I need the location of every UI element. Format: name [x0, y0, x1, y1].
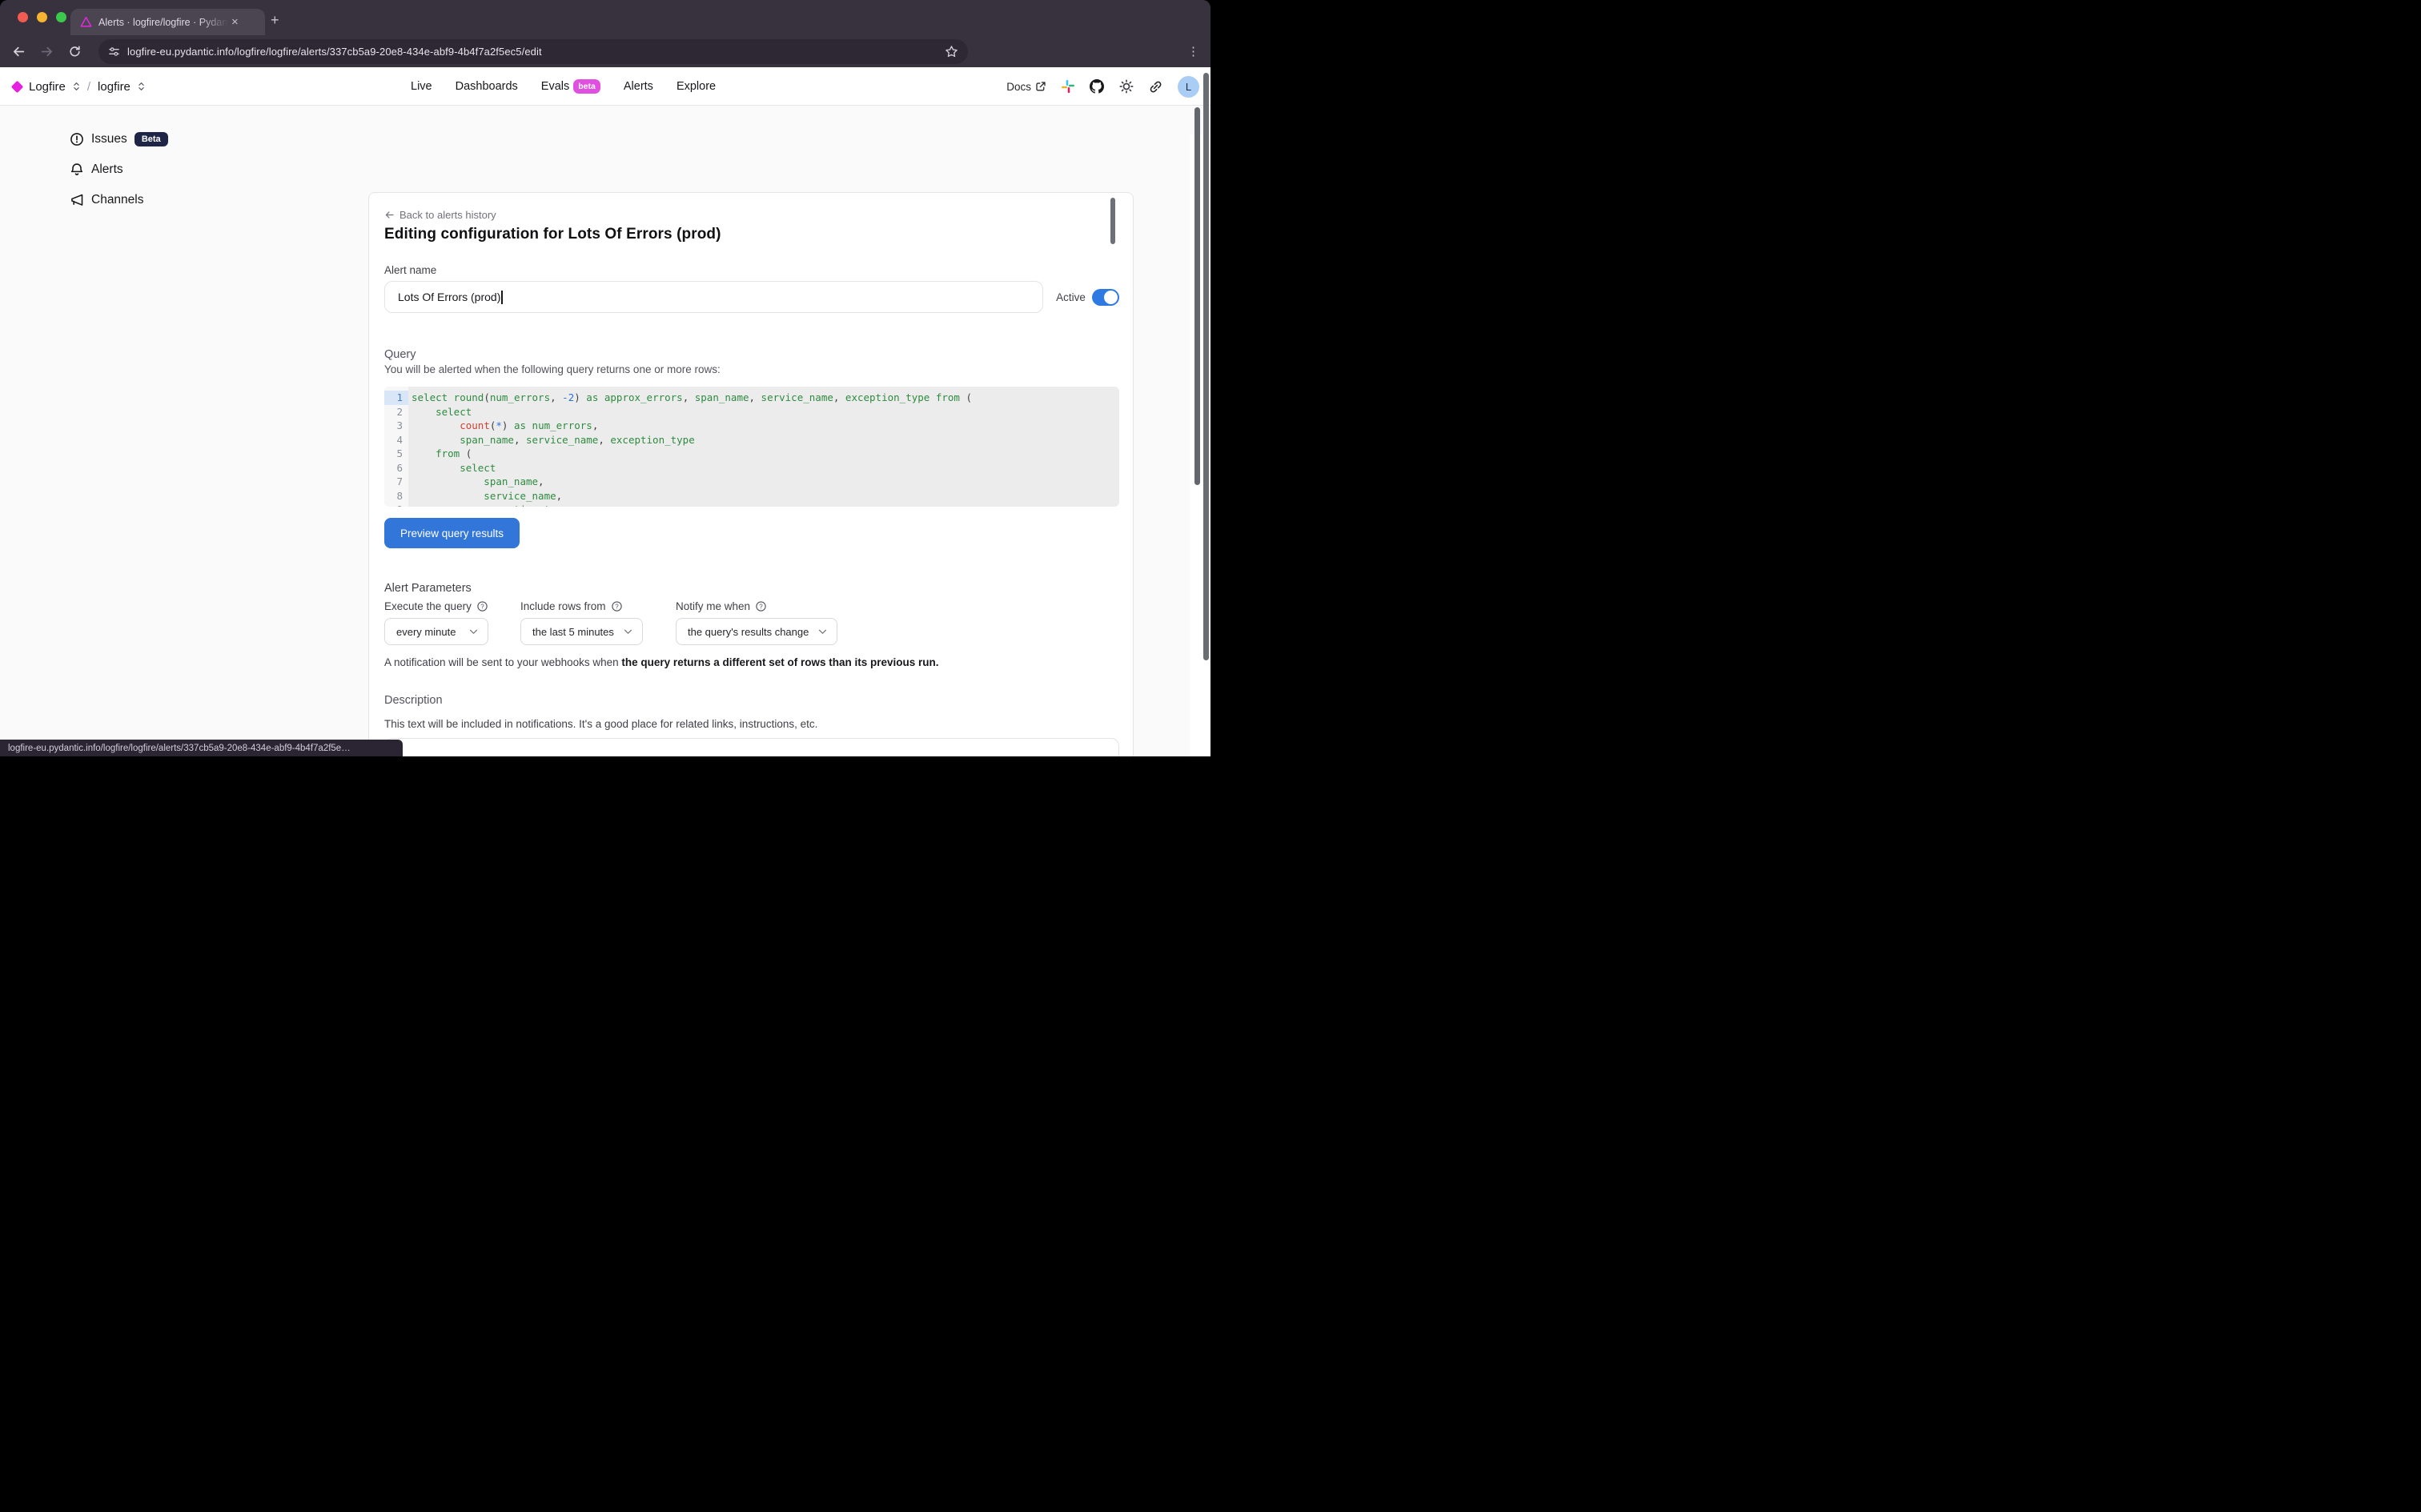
megaphone-icon — [70, 193, 84, 207]
query-subtitle: You will be alerted when the following q… — [384, 363, 721, 375]
alert-edit-card: Back to alerts history Editing configura… — [368, 192, 1134, 756]
help-icon[interactable]: ? — [611, 600, 623, 612]
nav-dashboards[interactable]: Dashboards — [456, 80, 518, 93]
tab-close-icon[interactable]: × — [231, 16, 239, 28]
active-label: Active — [1056, 291, 1086, 303]
issues-beta-badge: Beta — [134, 132, 168, 146]
svg-text:?: ? — [759, 603, 763, 610]
notify-when-select[interactable]: the query's results change — [676, 618, 837, 645]
alert-name-input[interactable]: Lots Of Errors (prod) — [384, 281, 1043, 313]
nav-live[interactable]: Live — [411, 80, 432, 93]
description-textarea[interactable] — [384, 738, 1119, 756]
svg-text:?: ? — [615, 603, 619, 610]
page-title: Editing configuration for Lots Of Errors… — [384, 226, 721, 243]
webhook-note: A notification will be sent to your webh… — [384, 656, 939, 668]
chevron-down-icon — [818, 629, 827, 635]
external-link-icon — [1035, 81, 1046, 92]
description-heading: Description — [384, 694, 443, 707]
breadcrumb-separator: / — [87, 80, 90, 94]
sidebar-item-label: Alerts — [91, 162, 123, 177]
browser-tab[interactable]: Alerts · logfire/logfire · Pydant × — [70, 9, 265, 35]
logfire-logo-icon — [11, 80, 24, 93]
content-scrollbar[interactable] — [1194, 107, 1200, 485]
browser-toolbar: logfire-eu.pydantic.info/logfire/logfire… — [0, 35, 1210, 67]
traffic-lights — [18, 12, 66, 22]
sidebar-item-label: Channels — [91, 193, 144, 207]
url-text[interactable]: logfire-eu.pydantic.info/logfire/logfire… — [127, 46, 945, 58]
close-window-button[interactable] — [18, 12, 28, 22]
app-header: Logfire / logfire Live Dashboards Evalsb… — [0, 67, 1210, 106]
chevron-down-icon — [624, 629, 632, 635]
page-scrollbar[interactable] — [1203, 73, 1209, 660]
docs-link[interactable]: Docs — [1006, 81, 1046, 93]
tab-title: Alerts · logfire/logfire · Pydant — [98, 17, 228, 28]
nav-alerts[interactable]: Alerts — [624, 80, 653, 93]
issues-badge-alert-icon — [70, 132, 84, 146]
alert-parameters-heading: Alert Parameters — [384, 582, 472, 595]
notify-when-label: Notify me when — [676, 600, 750, 612]
browser-tab-bar: Alerts · logfire/logfire · Pydant × + — [0, 0, 1210, 35]
execute-query-label: Execute the query — [384, 600, 472, 612]
svg-text:?: ? — [480, 603, 484, 610]
include-rows-label: Include rows from — [520, 600, 606, 612]
org-selector[interactable]: Logfire — [29, 80, 66, 94]
help-icon[interactable]: ? — [755, 600, 767, 612]
zoom-window-button[interactable] — [56, 12, 66, 22]
bookmark-star-icon[interactable] — [945, 45, 958, 58]
site-settings-icon[interactable] — [108, 46, 120, 58]
forward-icon[interactable] — [39, 44, 54, 58]
code-gutter: 123456789 — [384, 387, 408, 507]
execute-query-select[interactable]: every minute — [384, 618, 488, 645]
logfire-app: Logfire / logfire Live Dashboards Evalsb… — [0, 67, 1210, 756]
reload-icon[interactable] — [67, 44, 82, 58]
url-bar[interactable]: logfire-eu.pydantic.info/logfire/logfire… — [98, 39, 968, 64]
active-toggle[interactable] — [1092, 289, 1119, 306]
status-url-tooltip: logfire-eu.pydantic.info/logfire/logfire… — [0, 740, 403, 756]
main-nav: Live Dashboards Evalsbeta Alerts Explore — [411, 67, 716, 106]
query-heading: Query — [384, 348, 416, 361]
minimize-window-button[interactable] — [37, 12, 47, 22]
back-icon[interactable] — [11, 44, 26, 58]
sidebar-item-label: Issues — [91, 132, 127, 146]
workspace-breadcrumb: Logfire / logfire — [13, 67, 145, 106]
nav-explore[interactable]: Explore — [677, 80, 716, 93]
project-selector[interactable]: logfire — [98, 80, 130, 94]
evals-beta-badge: beta — [573, 79, 600, 94]
github-icon[interactable] — [1090, 79, 1104, 94]
help-icon[interactable]: ? — [476, 600, 488, 612]
include-rows-select[interactable]: the last 5 minutes — [520, 618, 643, 645]
sidebar-item-channels[interactable]: Channels — [70, 193, 144, 207]
description-helper: This text will be included in notificati… — [384, 718, 817, 730]
bell-icon — [70, 162, 84, 177]
user-avatar[interactable]: L — [1178, 76, 1199, 98]
new-tab-button[interactable]: + — [271, 13, 279, 27]
query-code-editor[interactable]: 123456789 select round(num_errors, -2) a… — [384, 387, 1119, 507]
project-selector-chevrons-icon[interactable] — [138, 81, 145, 92]
alert-name-label: Alert name — [384, 264, 436, 276]
browser-menu-icon[interactable]: ⋮ — [1187, 44, 1199, 58]
sidebar-item-alerts[interactable]: Alerts — [70, 162, 123, 177]
back-arrow-icon — [384, 210, 395, 220]
sidebar-item-issues[interactable]: Issues Beta — [70, 132, 168, 146]
header-actions: Docs L — [1006, 67, 1199, 106]
code-scrollbar[interactable] — [1110, 198, 1115, 244]
share-link-icon[interactable] — [1149, 80, 1162, 94]
browser-window: Alerts · logfire/logfire · Pydant × + lo… — [0, 0, 1210, 756]
nav-evals[interactable]: Evalsbeta — [541, 79, 600, 94]
code-lines: select round(num_errors, -2) as approx_e… — [408, 387, 1119, 507]
back-to-alerts-link[interactable]: Back to alerts history — [384, 209, 496, 221]
theme-sun-icon[interactable] — [1119, 79, 1134, 94]
chevron-down-icon — [469, 629, 478, 635]
slack-icon[interactable] — [1062, 80, 1074, 93]
org-selector-chevrons-icon[interactable] — [73, 81, 80, 92]
logfire-favicon-icon — [80, 16, 92, 28]
text-cursor — [501, 291, 503, 304]
preview-query-button[interactable]: Preview query results — [384, 518, 520, 548]
